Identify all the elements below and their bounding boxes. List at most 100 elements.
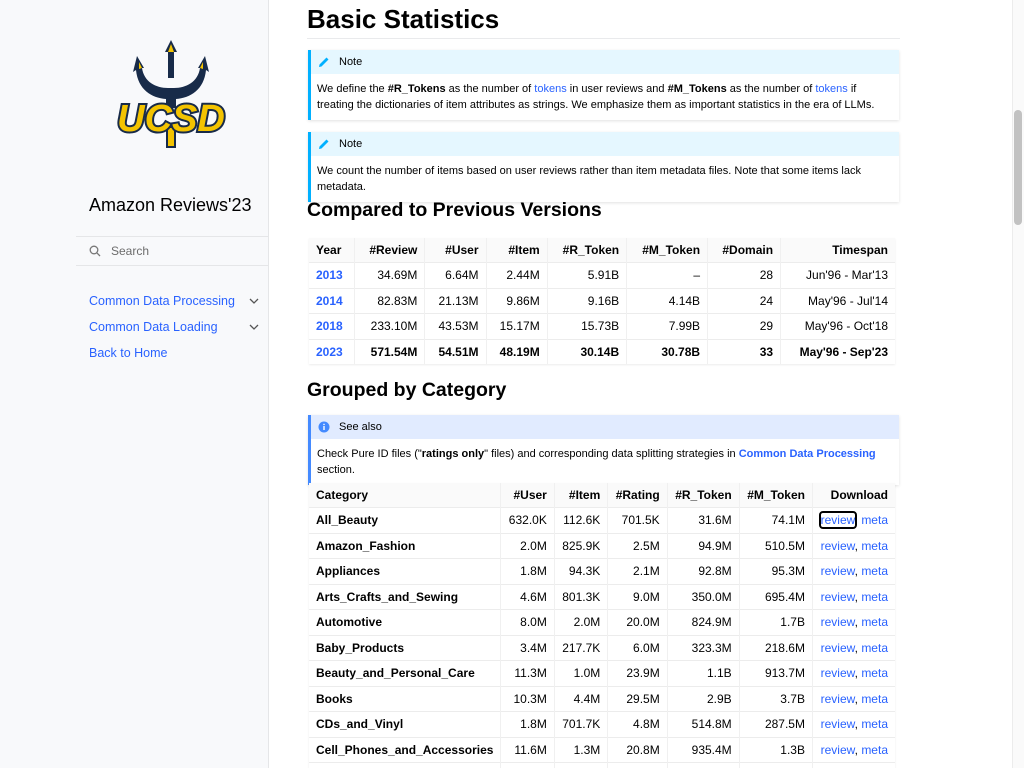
table-cell: 2.5M: [607, 532, 668, 559]
separator: ,: [854, 538, 858, 553]
download-cell: review, meta: [811, 685, 895, 712]
chevron-down-icon[interactable]: [244, 291, 264, 311]
meta-download-link[interactable]: meta: [861, 717, 888, 731]
search-icon: [89, 245, 101, 257]
review-download-link[interactable]: review: [821, 615, 855, 629]
category-name: Clothing_Shoes_and_Jewelry: [309, 762, 501, 768]
category-name: Arts_Crafts_and_Sewing: [309, 583, 501, 610]
seealso-admonition: See also Check Pure ID files ("ratings o…: [308, 415, 899, 485]
search-input[interactable]: [109, 243, 263, 259]
table-cell: 217.7K: [553, 634, 608, 661]
table-cell: 11.3M: [500, 660, 555, 686]
review-download-link[interactable]: review: [821, 539, 855, 553]
meta-download-link[interactable]: meta: [861, 590, 888, 604]
tokens-link[interactable]: tokens: [534, 83, 566, 95]
sidebar-nav: Common Data Processing Common Data Loadi…: [89, 288, 264, 366]
meta-download-link[interactable]: meta: [861, 692, 888, 706]
table-row: All_Beauty 632.0K 112.6K 701.5K 31.6M 74.1M re…: [309, 507, 895, 533]
site-title[interactable]: Amazon Reviews'23: [89, 195, 252, 216]
download-cell: review, meta: [811, 634, 895, 661]
review-download-link[interactable]: review: [821, 590, 855, 604]
review-download-link[interactable]: review: [821, 743, 855, 757]
table-cell: 94.9M: [666, 532, 740, 559]
table-cell: 66.0M: [607, 762, 668, 768]
table-cell: 2.6B: [666, 762, 740, 768]
meta-download-link[interactable]: meta: [861, 539, 888, 553]
review-download-link[interactable]: review: [821, 666, 855, 680]
meta-download-link[interactable]: meta: [861, 743, 888, 757]
admonition-title: Note: [311, 50, 899, 74]
chevron-down-icon[interactable]: [244, 317, 264, 337]
table-cell: 21.13M: [424, 287, 487, 314]
nav-item-common-data-loading[interactable]: Common Data Loading: [89, 314, 264, 340]
table-cell: May'96 - Jul'14: [780, 287, 895, 314]
table-cell: 3.4M: [500, 634, 555, 661]
table-cell: 2.1M: [607, 558, 668, 584]
download-cell: review, meta: [811, 507, 895, 533]
table-cell: 2.9B: [666, 685, 740, 712]
admonition-title-text: Note: [339, 56, 363, 68]
table-cell: 323.3M: [666, 634, 740, 661]
admonition-body: We count the number of items based on us…: [317, 165, 861, 193]
table-cell: 9.16B: [546, 287, 627, 314]
search-bar[interactable]: [76, 236, 268, 266]
section-heading-category: Grouped by Category: [307, 379, 507, 401]
table-cell: 571.54M: [354, 338, 425, 364]
review-download-link[interactable]: review: [821, 641, 855, 655]
year-link[interactable]: 2018: [316, 319, 343, 333]
meta-download-link[interactable]: meta: [861, 564, 888, 578]
column-header: #User: [424, 238, 487, 263]
download-cell: review, meta: [811, 583, 895, 610]
table-cell: 1.8M: [500, 558, 555, 584]
table-cell: 92.8M: [666, 558, 740, 584]
table-cell: 2014: [309, 287, 355, 314]
nav-item-back-to-home[interactable]: Back to Home: [89, 340, 264, 366]
table-row: Baby_Products 3.4M 217.7K 6.0M 323.3M 218.6M r…: [309, 634, 895, 661]
review-download-link[interactable]: review: [821, 717, 855, 731]
meta-download-link[interactable]: meta: [861, 666, 888, 680]
scrollbar-thumb[interactable]: [1014, 110, 1022, 225]
common-data-processing-link[interactable]: Common Data Processing: [739, 448, 876, 460]
svg-text:UCSD: UCSD: [117, 98, 225, 140]
column-header: #R_Token: [546, 238, 627, 263]
review-download-link[interactable]: review: [821, 692, 855, 706]
table-cell: 2.0M: [553, 609, 608, 635]
separator: ,: [854, 513, 858, 528]
column-header: #Review: [354, 238, 425, 263]
review-download-link[interactable]: review: [818, 511, 857, 530]
meta-download-link[interactable]: meta: [861, 641, 888, 655]
column-header: Timespan: [780, 238, 895, 263]
year-link[interactable]: 2014: [316, 294, 343, 308]
category-name: Beauty_and_Personal_Care: [309, 660, 501, 686]
table-cell: 20.8M: [607, 736, 668, 763]
ucsd-logo[interactable]: UCSD: [104, 38, 239, 150]
separator: ,: [854, 717, 858, 732]
download-cell: review, meta: [811, 532, 895, 559]
year-link[interactable]: 2023: [316, 345, 343, 359]
table-cell: 33: [707, 338, 781, 364]
table-cell: 1.7B: [738, 609, 813, 635]
table-row: Books 10.3M 4.4M 29.5M 2.9B 3.7B review, meta: [309, 685, 895, 712]
table-cell: 43.53M: [424, 313, 487, 339]
table-cell: 5.9B: [738, 762, 813, 768]
admonition-body: Check Pure ID files ("ratings only" file…: [311, 439, 899, 485]
table-cell: 5.91B: [546, 262, 627, 288]
year-link[interactable]: 2013: [316, 268, 343, 282]
nav-item-common-data-processing[interactable]: Common Data Processing: [89, 288, 264, 314]
text: Check Pure ID files (": [317, 448, 422, 460]
table-cell: 31.6M: [666, 507, 740, 533]
table-row: Arts_Crafts_and_Sewing 4.6M 801.3K 9.0M 350.…: [309, 583, 895, 610]
table-cell: 48.19M: [485, 338, 548, 364]
table-cell: 9.86M: [485, 287, 548, 314]
review-download-link[interactable]: review: [821, 564, 855, 578]
trident-logo-icon: UCSD: [115, 40, 227, 148]
table-cell: 30.78B: [626, 338, 708, 364]
text: We define the: [317, 83, 388, 95]
table-cell: 233.10M: [354, 313, 425, 339]
meta-download-link[interactable]: meta: [861, 615, 888, 629]
table-cell: 74.1M: [738, 507, 813, 533]
table-cell: 15.73B: [546, 313, 627, 339]
table-cell: 30.14B: [546, 338, 627, 364]
meta-download-link[interactable]: meta: [861, 513, 888, 527]
tokens-link[interactable]: tokens: [815, 83, 847, 95]
